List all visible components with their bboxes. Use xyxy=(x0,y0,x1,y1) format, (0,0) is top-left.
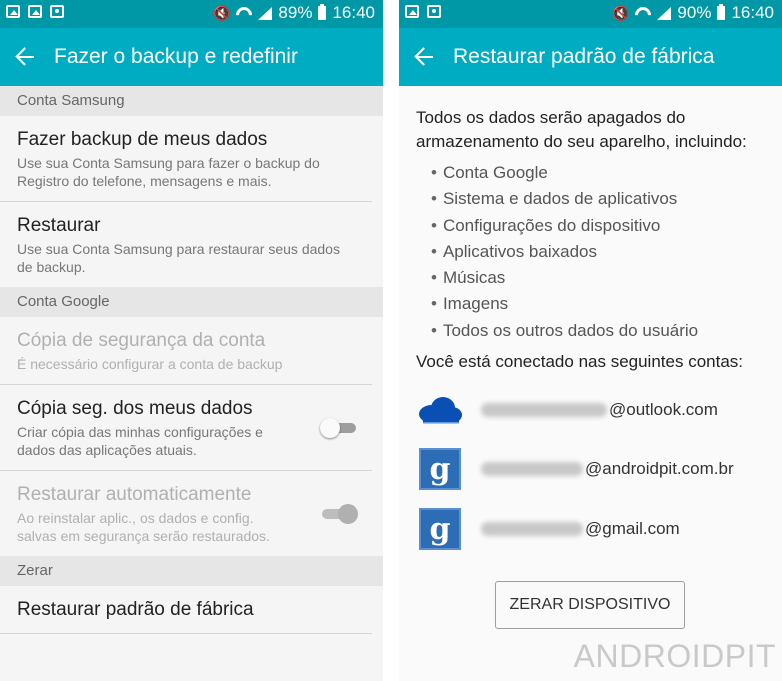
section-header-reset: Zerar xyxy=(0,556,383,586)
item-subtitle: Ao reinstalar aplic., os dados e config.… xyxy=(17,510,270,544)
onedrive-cloud-icon xyxy=(417,388,463,432)
item-title: Cópia de segurança da conta xyxy=(17,330,266,351)
section-header-google: Conta Google xyxy=(0,287,383,317)
list-item: Conta Google xyxy=(431,160,768,186)
google-letter: g xyxy=(419,448,461,490)
page-title: Restaurar padrão de fábrica xyxy=(453,45,715,68)
toggle-knob xyxy=(338,503,358,524)
clock: 16:40 xyxy=(731,3,774,22)
item-subtitle: Use sua Conta Samsung para restaurar seu… xyxy=(17,241,340,275)
backup-toggle[interactable] xyxy=(320,417,358,438)
settings-list: Conta Samsung Fazer backup de meus dados… xyxy=(0,86,383,634)
factory-reset-screen: 🔇 90% 16:40 Restaurar padrão de fábrica … xyxy=(399,0,782,681)
mute-icon: 🔇 xyxy=(212,4,231,21)
battery-percent: 89% xyxy=(278,3,313,22)
camera-notification-icon xyxy=(427,5,441,18)
blurred-username xyxy=(481,522,583,536)
list-item: Aplicativos baixados xyxy=(431,239,768,265)
image-notification-icon xyxy=(28,5,42,18)
item-title: Restaurar padrão de fábrica xyxy=(17,599,254,620)
toggle-knob xyxy=(320,417,340,438)
blurred-username xyxy=(481,462,583,476)
battery-icon xyxy=(717,4,726,20)
google-g-icon: g xyxy=(417,447,463,491)
back-arrow-icon[interactable] xyxy=(413,46,435,68)
status-bar: 🔇 90% 16:40 xyxy=(399,0,782,28)
google-g-icon: g xyxy=(417,507,463,551)
list-item: Imagens xyxy=(431,291,768,317)
list-item: Músicas xyxy=(431,265,768,291)
list-item: Sistema e dados de aplicativos xyxy=(431,186,768,212)
item-title: Restaurar automaticamente xyxy=(17,484,252,505)
reset-warning-text: Todos os dados serão apagados do armazen… xyxy=(416,108,747,151)
gallery-notification-icon xyxy=(6,5,20,18)
data-list: Conta Google Sistema e dados de aplicati… xyxy=(416,160,768,344)
account-row: g @gmail.com xyxy=(417,507,680,551)
item-subtitle: Use sua Conta Samsung para fazer o backu… xyxy=(17,155,320,189)
item-title: Restaurar xyxy=(17,215,101,236)
image-notification-icon xyxy=(405,5,419,18)
account-domain: @androidpit.com.br xyxy=(585,459,734,478)
back-arrow-icon[interactable] xyxy=(14,46,36,68)
wifi-icon xyxy=(236,7,252,19)
account-domain: @outlook.com xyxy=(609,400,718,419)
signal-icon xyxy=(657,6,672,20)
camera-notification-icon xyxy=(50,5,64,18)
list-item: Todos os outros dados do usuário xyxy=(431,318,768,344)
restore-item[interactable]: Restaurar Use sua Conta Samsung para res… xyxy=(0,202,372,287)
status-bar: 🔇 89% 16:40 xyxy=(0,0,383,28)
wifi-icon xyxy=(635,7,651,19)
mute-icon: 🔇 xyxy=(611,4,630,21)
battery-icon xyxy=(318,4,327,20)
connected-accounts-label: Você está conectado nas seguintes contas… xyxy=(416,352,744,372)
androidpit-watermark: ANDROIDPIT xyxy=(573,638,776,674)
reset-info: Todos os dados serão apagados do armazen… xyxy=(416,106,768,374)
page-title: Fazer o backup e redefinir xyxy=(54,45,298,68)
account-row: @outlook.com xyxy=(417,388,718,432)
app-bar: Fazer o backup e redefinir xyxy=(0,28,383,86)
backup-my-data-google-item[interactable]: Cópia seg. dos meus dados Criar cópia da… xyxy=(0,385,372,471)
list-item: Configurações do dispositivo xyxy=(431,213,768,239)
item-subtitle: É necessário configurar a conta de backu… xyxy=(17,356,283,372)
backup-my-data-item[interactable]: Fazer backup de meus dados Use sua Conta… xyxy=(0,116,372,202)
backup-reset-screen: 🔇 89% 16:40 Fazer o backup e redefinir C… xyxy=(0,0,383,681)
item-title: Fazer backup de meus dados xyxy=(17,129,268,150)
auto-restore-toggle xyxy=(320,503,358,524)
auto-restore-item: Restaurar automaticamente Ao reinstalar … xyxy=(0,471,372,556)
reset-device-button[interactable]: ZERAR DISPOSITIVO xyxy=(495,581,685,629)
account-row: g @androidpit.com.br xyxy=(417,447,734,491)
battery-percent: 90% xyxy=(677,3,712,22)
google-letter: g xyxy=(419,508,461,550)
item-title: Cópia seg. dos meus dados xyxy=(17,398,253,419)
clock: 16:40 xyxy=(332,3,375,22)
signal-icon xyxy=(258,6,273,20)
account-domain: @gmail.com xyxy=(585,519,680,538)
backup-account-item: Cópia de segurança da conta É necessário… xyxy=(0,317,372,385)
blurred-username xyxy=(481,403,607,417)
app-bar: Restaurar padrão de fábrica xyxy=(399,28,782,86)
factory-reset-item[interactable]: Restaurar padrão de fábrica xyxy=(0,586,372,634)
section-header-samsung: Conta Samsung xyxy=(0,86,383,116)
item-subtitle: Criar cópia das minhas configurações e d… xyxy=(17,424,263,458)
